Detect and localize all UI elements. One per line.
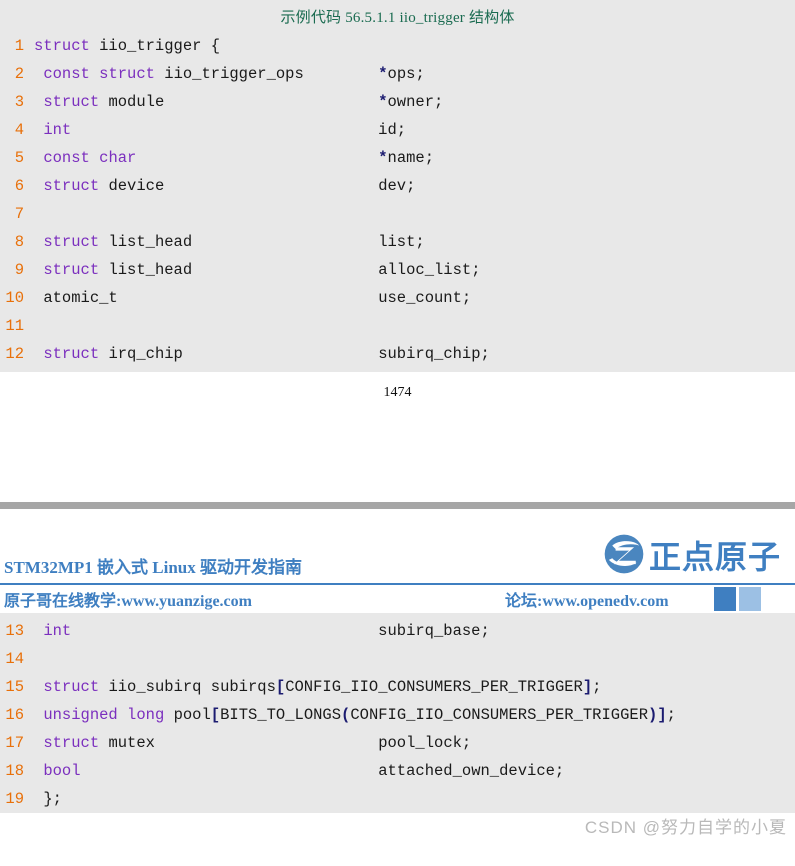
brand-logo-text: 正点原子 — [648, 538, 781, 575]
code-line-text: struct irq_chip subirq_chip; — [43, 345, 490, 363]
code-line: 2 const struct iio_trigger_ops *ops; — [0, 60, 795, 88]
header-bottom-row: 原子哥在线教学:www.yuanzige.com 论坛:www.openedv.… — [0, 585, 795, 613]
code-line: 7 — [0, 200, 795, 228]
line-number: 11 — [5, 317, 24, 335]
code-lines-top: 1 struct iio_trigger { 2 const struct iio_… — [0, 32, 795, 368]
code-line-text: }; — [43, 790, 62, 808]
code-line: 6 struct device dev; — [0, 172, 795, 200]
code-line-text: const struct iio_trigger_ops *ops; — [43, 65, 425, 83]
code-line: 19 }; — [0, 785, 795, 813]
code-line-text: struct iio_trigger { — [34, 37, 221, 55]
line-number: 14 — [5, 650, 24, 668]
line-number: 8 — [14, 233, 24, 251]
header-top-row: STM32MP1 嵌入式 Linux 驱动开发指南 正点原子 — [0, 533, 795, 581]
code-line-text: struct mutex pool_lock; — [43, 734, 472, 752]
code-line-text: atomic_t use_count; — [43, 289, 472, 307]
code-line: 12 struct irq_chip subirq_chip; — [0, 340, 795, 368]
brand-color-swatches — [714, 587, 761, 611]
code-line-text: struct module *owner; — [43, 93, 444, 111]
code-line-text: struct device dev; — [43, 177, 416, 195]
line-number: 12 — [5, 345, 24, 363]
code-line: 17 struct mutex pool_lock; — [0, 729, 795, 757]
code-line: 14 — [0, 645, 795, 673]
code-line: 10 atomic_t use_count; — [0, 284, 795, 312]
line-number: 18 — [5, 762, 24, 780]
line-number: 7 — [14, 205, 24, 223]
line-number: 13 — [5, 622, 24, 640]
page-footer-area: 1474 — [0, 372, 795, 502]
code-lines-bottom: 13 int subirq_base; 14 15 struct iio_subi… — [0, 617, 795, 813]
code-line-text: struct list_head alloc_list; — [43, 261, 481, 279]
code-line-text: unsigned long pool[BITS_TO_LONGS(CONFIG_… — [43, 706, 676, 724]
code-line: 5 const char *name; — [0, 144, 795, 172]
code-line-text: int id; — [43, 121, 407, 139]
page-number: 1474 — [383, 385, 412, 400]
code-line-text: struct list_head list; — [43, 233, 425, 251]
code-line: 9 struct list_head alloc_list; — [0, 256, 795, 284]
header-subtitle-right: 论坛:www.openedv.com — [505, 593, 669, 610]
page-header: STM32MP1 嵌入式 Linux 驱动开发指南 正点原子 原子哥在线教学:w… — [0, 509, 795, 613]
code-line: 8 struct list_head list; — [0, 228, 795, 256]
csdn-watermark: CSDN @努力自学的小夏 — [584, 818, 787, 837]
code-block-top: 示例代码 56.5.1.1 iio_trigger 结构体 1 struct ii… — [0, 0, 795, 372]
line-number: 6 — [14, 177, 24, 195]
brand-logo: 正点原子 — [603, 533, 789, 581]
swatch-light — [739, 587, 761, 611]
line-number: 2 — [14, 65, 24, 83]
code-line: 18 bool attached_own_device; — [0, 757, 795, 785]
swatch-dark — [714, 587, 736, 611]
code-line: 11 — [0, 312, 795, 340]
code-line: 1 struct iio_trigger { — [0, 32, 795, 60]
line-number: 1 — [14, 37, 24, 55]
code-line: 15 struct iio_subirq subirqs[CONFIG_IIO_… — [0, 673, 795, 701]
line-number: 15 — [5, 678, 24, 696]
code-line: 3 struct module *owner; — [0, 88, 795, 116]
code-line-text: bool attached_own_device; — [43, 762, 565, 780]
code-line-text: int subirq_base; — [43, 622, 490, 640]
line-number: 19 — [5, 790, 24, 808]
line-number: 17 — [5, 734, 24, 752]
code-caption: 示例代码 56.5.1.1 iio_trigger 结构体 — [280, 10, 515, 26]
page-separator-bar — [0, 502, 795, 509]
line-number: 10 — [5, 289, 24, 307]
code-line-text: struct iio_subirq subirqs[CONFIG_IIO_CON… — [43, 678, 602, 696]
code-line: 13 int subirq_base; — [0, 617, 795, 645]
header-title: STM32MP1 嵌入式 Linux 驱动开发指南 — [4, 558, 302, 577]
line-number: 3 — [14, 93, 24, 111]
line-number: 5 — [14, 149, 24, 167]
alientek-circle-z-icon — [603, 533, 645, 580]
code-line: 16 unsigned long pool[BITS_TO_LONGS(CONF… — [0, 701, 795, 729]
line-number: 16 — [5, 706, 24, 724]
header-subtitle-left: 原子哥在线教学:www.yuanzige.com — [4, 593, 252, 610]
line-number: 4 — [14, 121, 24, 139]
code-block-bottom: 13 int subirq_base; 14 15 struct iio_subi… — [0, 613, 795, 813]
line-number: 9 — [14, 261, 24, 279]
code-line: 4 int id; — [0, 116, 795, 144]
code-line-text: const char *name; — [43, 149, 435, 167]
